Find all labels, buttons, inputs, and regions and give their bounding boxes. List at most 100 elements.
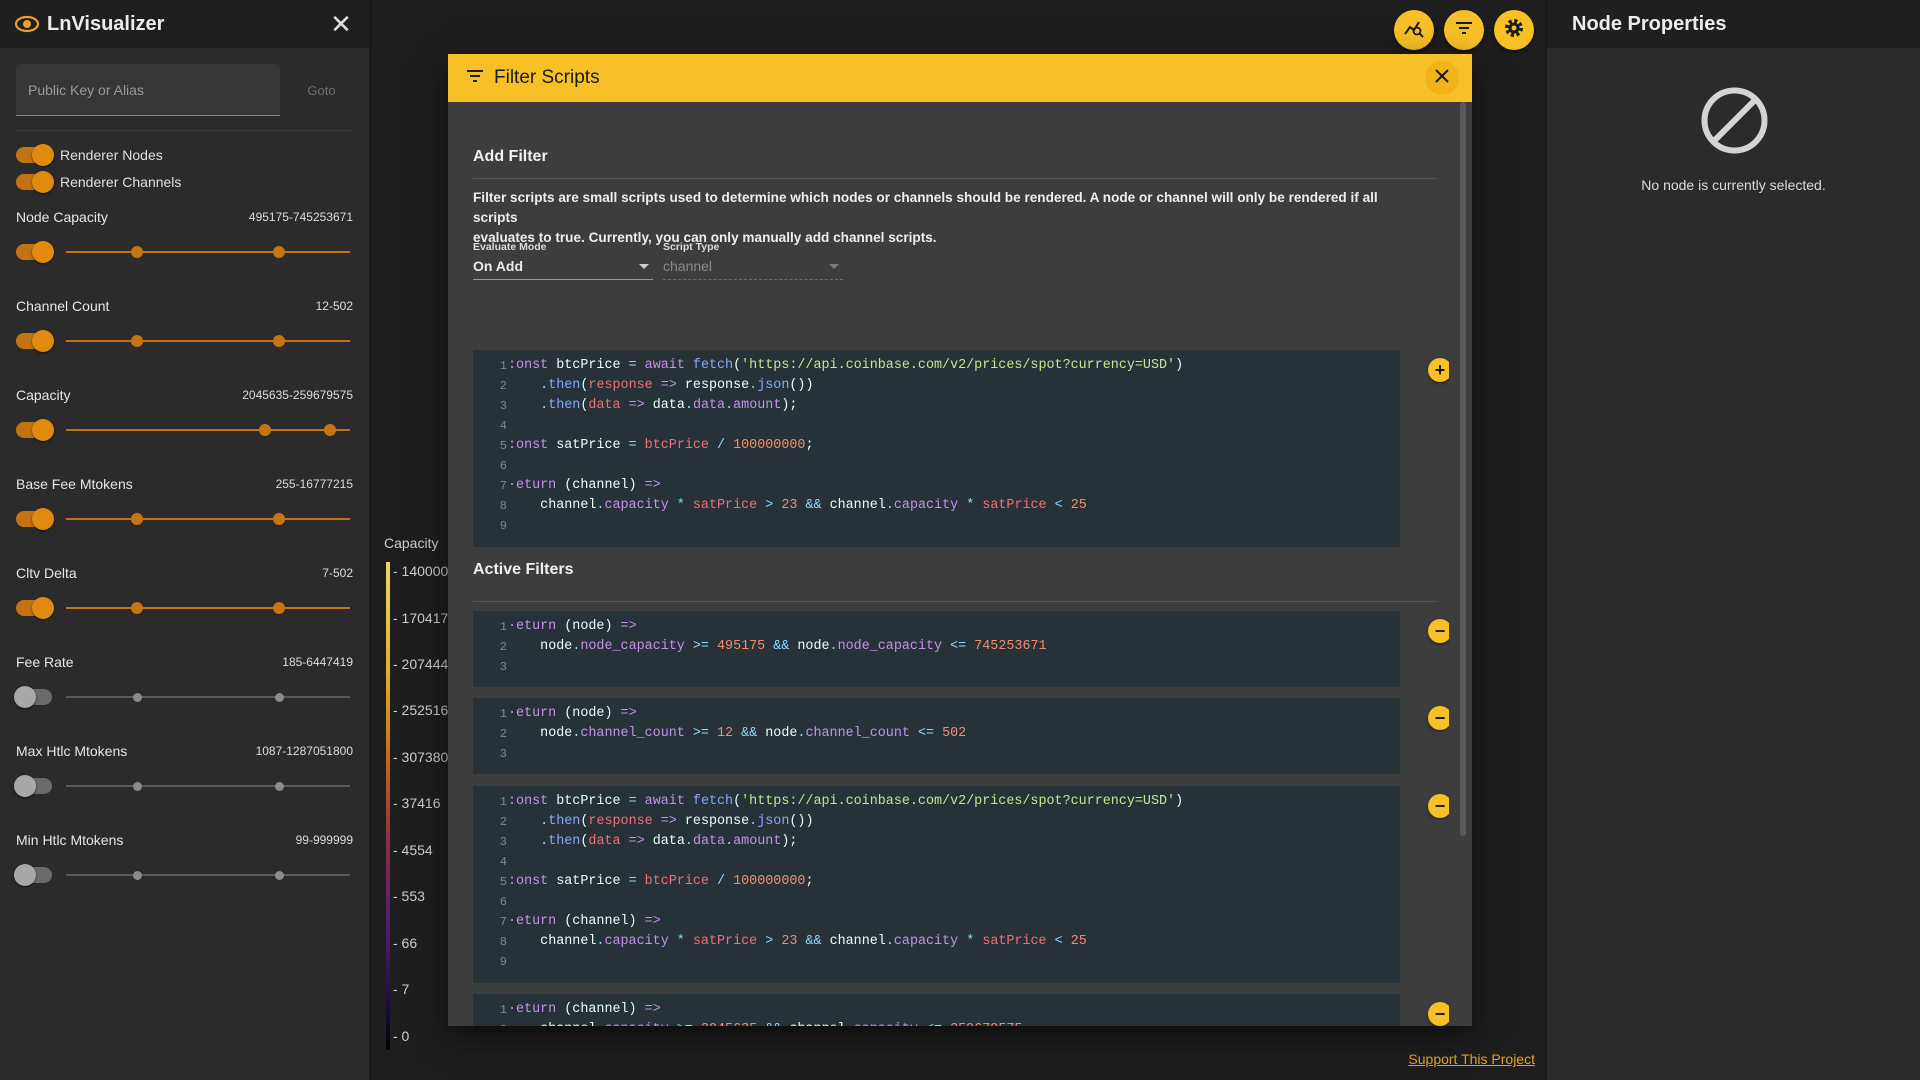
description-text: Filter scripts are small scripts used to… [473,188,1413,248]
node-panel-header: Node Properties [1547,0,1920,48]
active-filter-script[interactable]: 1:onst btcPrice = await fetch('https://a… [473,786,1400,983]
sidebar-header: LnVisualizer ✕ [0,0,369,48]
goto-button[interactable]: Goto [290,83,353,98]
active-filters-title: Active Filters [473,561,574,578]
render-nodes-switch[interactable] [16,143,54,166]
legend-tick-label: - 66 [393,935,418,951]
filter-range-slider[interactable] [66,686,350,708]
close-sidebar-icon[interactable]: ✕ [327,10,355,38]
script-type-select: Script Type channel [663,241,843,280]
legend-tick-label: - 140000 [393,563,449,579]
filter-name: Capacity [16,387,71,403]
filter-range-slider[interactable] [66,241,350,263]
remove-filter-button[interactable]: − [1428,706,1449,730]
evaluate-mode-label: Evaluate Mode [473,241,547,253]
legend-gradient [386,562,390,1050]
filter-enable-switch[interactable] [16,419,54,441]
node-panel-title: Node Properties [1572,12,1727,35]
slider-thumb-high[interactable] [324,424,337,436]
evaluate-mode-select[interactable]: Evaluate Mode On Add [473,241,653,280]
slider-thumb-high[interactable] [273,335,285,347]
eye-logo-icon [14,11,40,37]
filter-enable-switch[interactable] [14,864,52,886]
dialog-scrollbar[interactable] [1460,102,1466,836]
filter-range-slider[interactable] [66,864,350,886]
filter-range-slider[interactable] [66,775,350,797]
filter-enable-switch[interactable] [16,508,54,530]
filter-name: Base Fee Mtokens [16,476,133,492]
render-channels-switch[interactable] [16,170,54,193]
filter-range-slider[interactable] [66,330,350,352]
filter-button[interactable] [1444,10,1484,50]
filter-range: 2045635-259679575 [242,388,353,402]
slider-thumb-low[interactable] [131,246,143,258]
slider-thumb-low[interactable] [133,782,142,791]
slider-thumb-high[interactable] [273,513,285,525]
filter-range-slider[interactable] [66,508,350,530]
legend-title: Capacity [384,535,439,551]
minus-icon: − [1434,1004,1446,1024]
description-line-1: Filter scripts are small scripts used to… [473,190,1378,225]
filter-icon [466,67,484,90]
remove-filter-button[interactable]: − [1428,1002,1449,1026]
add-filter-button[interactable]: + [1428,358,1449,382]
filter-range-slider[interactable] [66,419,350,441]
add-filter-title: Add Filter [473,148,548,165]
filter-range: 99-999999 [295,833,353,847]
slider-thumb-high[interactable] [275,871,284,880]
slider-thumb-low[interactable] [133,871,142,880]
remove-filter-button[interactable]: − [1428,619,1449,643]
active-filter-script[interactable]: 1 ·eturn (node) => 2 node.node_capacity >… [473,611,1400,687]
dropdown-arrow-icon [639,264,649,269]
render-nodes-label: Renderer Nodes [60,146,163,163]
dialog-title: Filter Scripts [494,67,600,88]
settings-button[interactable] [1494,10,1534,50]
evaluate-mode-value: On Add [473,258,653,280]
filter-list: Node Capacity 495175-745253671 Channel Cou… [0,205,369,907]
dialog-titlebar: Filter Scripts [448,54,1472,102]
gear-icon [1502,16,1526,45]
left-sidebar: LnVisualizer ✕ Goto Renderer Nodes Rende… [0,0,371,1080]
legend-tick-label: - 307380 [393,749,449,765]
slider-thumb-low[interactable] [133,693,142,702]
close-dialog-button[interactable] [1425,61,1459,95]
filter-enable-switch[interactable] [14,686,52,708]
remove-filter-button[interactable]: − [1428,794,1449,818]
render-channels-toggle-row: Renderer Channels [16,168,353,195]
slider-thumb-high[interactable] [275,693,284,702]
filter-range: 255-16777215 [275,477,353,491]
filter-enable-switch[interactable] [16,241,54,263]
filter-item: Cltv Delta 7-502 [16,561,353,640]
filter-enable-switch[interactable] [16,330,54,352]
search-field[interactable] [16,64,281,116]
filter-scripts-dialog: Filter Scripts Add Filter Filter scripts… [448,54,1472,1026]
active-filter-script[interactable]: 1 ·eturn (node) => 2 node.channel_count >… [473,698,1400,774]
minus-icon: − [1434,621,1446,641]
support-link[interactable]: Support This Project [1408,1051,1535,1067]
filter-name: Fee Rate [16,654,74,670]
dialog-content: Add Filter Filter scripts are small scri… [473,102,1449,1026]
close-icon [1434,68,1450,89]
legend-tick-label: - 7 [393,981,410,997]
filter-item: Max Htlc Mtokens 1087-1287051800 [14,739,353,818]
filter-range: 12-502 [315,299,353,313]
slider-thumb-low[interactable] [131,602,143,614]
filter-item: Min Htlc Mtokens 99-999999 [14,828,353,907]
new-script-editor[interactable]: 1:onst btcPrice = await fetch('https://a… [473,350,1400,547]
slider-thumb-low[interactable] [131,335,143,347]
filter-range-slider[interactable] [66,597,350,619]
slider-thumb-high[interactable] [273,602,285,614]
no-node-selected-text: No node is currently selected. [1641,177,1826,193]
search-input[interactable] [28,81,269,98]
slider-thumb-high[interactable] [273,246,285,258]
slider-thumb-high[interactable] [275,782,284,791]
filter-name: Min Htlc Mtokens [16,832,124,848]
slider-thumb-low[interactable] [131,513,143,525]
active-filter-script[interactable]: 1·eturn (channel) => 2 channel.capacity … [473,994,1400,1026]
minus-icon: − [1434,796,1446,816]
render-nodes-toggle-row: Renderer Nodes [16,141,353,168]
filter-enable-switch[interactable] [16,597,54,619]
stats-button[interactable] [1394,10,1434,50]
slider-thumb-low[interactable] [258,424,271,436]
filter-enable-switch[interactable] [14,775,52,797]
